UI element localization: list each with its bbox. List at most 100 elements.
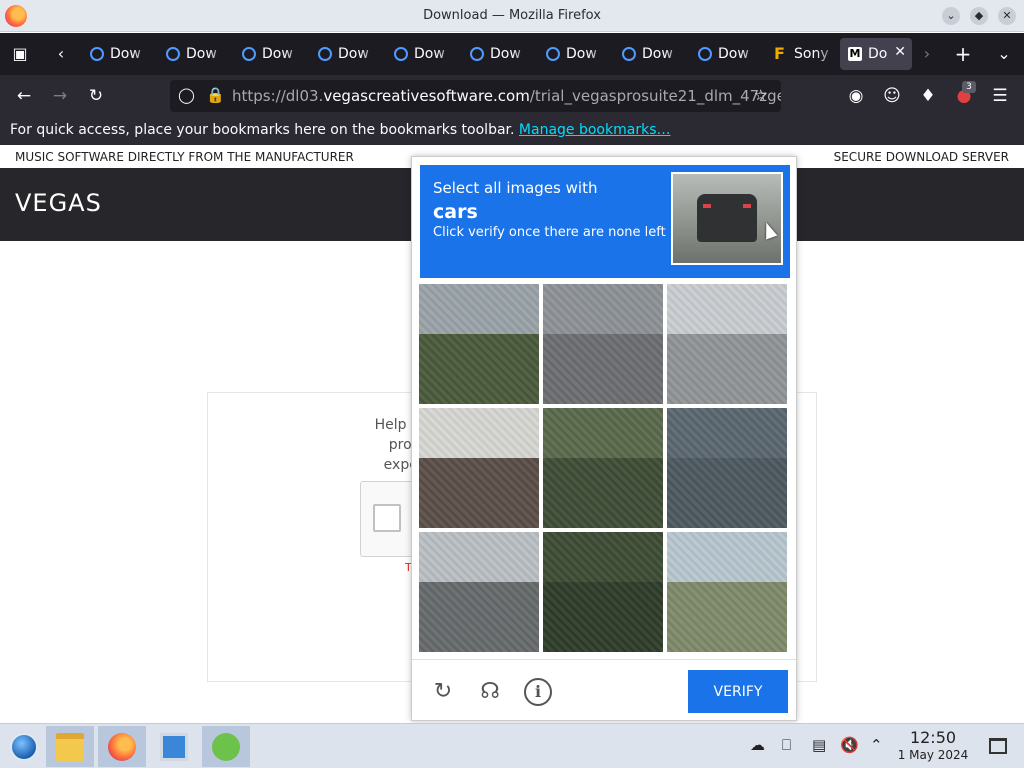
loading-favicon-icon: [242, 47, 256, 61]
challenge-tile-8[interactable]: [543, 532, 663, 652]
menu-icon[interactable]: ☰: [986, 83, 1014, 109]
extension-badge: 3: [962, 81, 976, 93]
sony-favicon-icon: F: [774, 44, 785, 63]
clock-date: 1 May 2024: [897, 748, 969, 762]
info-icon[interactable]: i: [524, 678, 552, 706]
manage-bookmarks-link[interactable]: Manage bookmarks…: [519, 122, 671, 138]
clock-time: 12:50: [909, 728, 957, 747]
vegas-logo[interactable]: VEGAS: [15, 189, 102, 217]
clock[interactable]: 12:50 1 May 2024: [893, 729, 973, 763]
tab-fade: [512, 38, 534, 70]
captcha-checkbox[interactable]: [373, 504, 401, 532]
instruction-line-1: Select all images with: [433, 179, 598, 197]
tab-fade: [132, 38, 154, 70]
taskbar: ☁ ⎕ ▤ 🔇 ⌃ 12:50 1 May 2024: [0, 723, 1024, 768]
challenge-tile-2[interactable]: [543, 284, 663, 404]
browser-tab[interactable]: Dow: [310, 38, 382, 70]
tagline: MUSIC SOFTWARE DIRECTLY FROM THE MANUFAC…: [15, 150, 354, 164]
tracking-protection-icon[interactable]: ◯: [178, 86, 195, 104]
tab-fade: [360, 38, 382, 70]
tab-fade: [664, 38, 686, 70]
show-hidden-icons-chevron[interactable]: ⌃: [870, 736, 883, 754]
tab-fade: [740, 38, 762, 70]
close-window-button[interactable]: ✕: [998, 7, 1016, 25]
clipboard-icon[interactable]: ▤: [812, 736, 826, 754]
scroll-tabs-right-button[interactable]: ›: [912, 40, 942, 68]
challenge-tile-1[interactable]: [419, 284, 539, 404]
back-button[interactable]: ←: [10, 83, 38, 109]
browser-tab[interactable]: M Do ✕: [840, 38, 912, 70]
instruction-line-3: Click verify once there are none left: [433, 225, 666, 240]
browser-tab[interactable]: Dow: [386, 38, 458, 70]
verify-button[interactable]: VERIFY: [688, 670, 788, 713]
instruction-target: cars: [433, 201, 478, 223]
bookmarks-message: For quick access, place your bookmarks h…: [10, 122, 515, 138]
loading-favicon-icon: [166, 47, 180, 61]
tab-fade: [588, 38, 610, 70]
loading-favicon-icon: [394, 47, 408, 61]
browser-tab[interactable]: Dow: [82, 38, 154, 70]
loading-favicon-icon: [698, 47, 712, 61]
url-text[interactable]: https://dl03.vegascreativesoftware.com/t…: [232, 87, 781, 105]
taskbar-system[interactable]: [150, 726, 198, 767]
challenge-instructions: Select all images with cars Click verify…: [420, 165, 790, 278]
bookmarks-toolbar: For quick access, place your bookmarks h…: [0, 117, 1024, 145]
minimize-button[interactable]: ⌄: [942, 7, 960, 25]
reload-button[interactable]: ↻: [82, 83, 110, 109]
bookmark-star-icon[interactable]: ☆: [754, 86, 767, 104]
sample-image: [671, 172, 783, 265]
challenge-tile-7[interactable]: [419, 532, 539, 652]
tab-fade: [208, 38, 230, 70]
monitor-icon: [160, 733, 188, 761]
browser-tab[interactable]: Dow: [158, 38, 230, 70]
audio-challenge-icon[interactable]: ☊: [476, 678, 504, 706]
pocket-icon[interactable]: ◉: [842, 83, 870, 109]
window-title: Download — Mozilla Firefox: [423, 8, 601, 23]
firefox-icon: [108, 733, 136, 761]
usb-device-icon[interactable]: ⎕: [782, 736, 791, 754]
show-desktop-icon[interactable]: [989, 738, 1007, 754]
tab-strip: ▣ ‹ Dow Dow Dow Dow Dow Dow Dow Dow Dow F Sony M Do ✕…: [0, 33, 1024, 75]
browser-tab[interactable]: Dow: [462, 38, 534, 70]
challenge-tile-4[interactable]: [419, 408, 539, 528]
tab-fade: [284, 38, 306, 70]
new-tab-button[interactable]: +: [948, 40, 978, 68]
taskbar-files[interactable]: [46, 726, 94, 767]
tab-fade: [436, 38, 458, 70]
challenge-tile-6[interactable]: [667, 408, 787, 528]
window-titlebar: Download — Mozilla Firefox ⌄ ◆ ✕: [0, 0, 1024, 32]
challenge-tile-9[interactable]: [667, 532, 787, 652]
extensions-icon[interactable]: ♦: [914, 83, 942, 109]
account-icon[interactable]: ☺: [878, 83, 906, 109]
folder-icon: [56, 733, 84, 761]
maximize-button[interactable]: ◆: [970, 7, 988, 25]
challenge-footer: ↻ ☊ i VERIFY: [412, 659, 796, 721]
browser-tab[interactable]: Dow: [538, 38, 610, 70]
list-all-tabs-button[interactable]: ⌄: [989, 40, 1019, 68]
url-bar[interactable]: ◯ 🔒 https://dl03.vegascreativesoftware.c…: [170, 80, 781, 112]
start-button[interactable]: [0, 726, 48, 767]
browser-tab[interactable]: Dow: [690, 38, 762, 70]
refresh-icon[interactable]: ↻: [429, 678, 457, 706]
volume-muted-icon[interactable]: 🔇: [840, 736, 859, 754]
challenge-tile-3[interactable]: [667, 284, 787, 404]
scroll-tabs-left-button[interactable]: ‹: [46, 40, 76, 68]
challenge-image-grid: [419, 284, 789, 654]
challenge-tile-5[interactable]: [543, 408, 663, 528]
lock-icon[interactable]: 🔒: [206, 86, 225, 104]
image-challenge-popup: Select all images with cars Click verify…: [411, 156, 797, 721]
tab-label: Do: [868, 46, 888, 62]
loading-favicon-icon: [622, 47, 636, 61]
cloud-app-icon: [212, 733, 240, 761]
browser-tab[interactable]: Dow: [234, 38, 306, 70]
taskbar-cloud-app[interactable]: [202, 726, 250, 767]
cloud-sync-icon[interactable]: ☁: [750, 736, 765, 754]
taskbar-firefox[interactable]: [98, 726, 146, 767]
browser-tab[interactable]: Dow: [614, 38, 686, 70]
firefox-view-button[interactable]: ▣: [5, 40, 35, 68]
close-tab-icon[interactable]: ✕: [894, 44, 906, 60]
secure-server-label: SECURE DOWNLOAD SERVER: [833, 150, 1009, 164]
forward-button[interactable]: →: [46, 83, 74, 109]
browser-tab[interactable]: F Sony: [766, 38, 838, 70]
navigation-toolbar: ← → ↻ ◯ 🔒 https://dl03.vegascreativesoft…: [0, 75, 1024, 117]
